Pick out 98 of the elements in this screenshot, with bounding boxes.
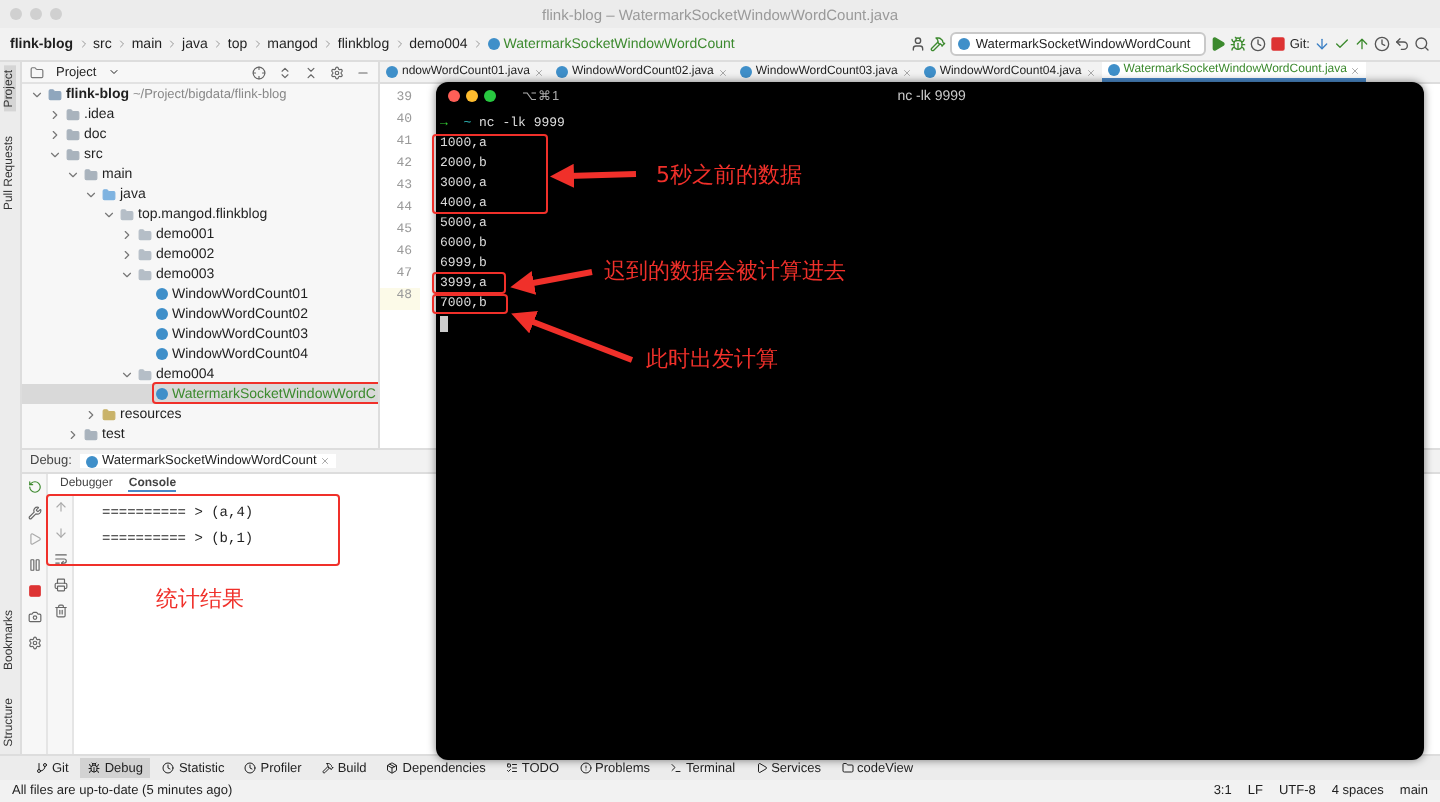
class-icon xyxy=(156,388,168,400)
chevron-down-icon[interactable] xyxy=(120,267,134,281)
folder-icon xyxy=(138,247,152,261)
locate-icon[interactable] xyxy=(252,65,266,79)
wrench-icon[interactable] xyxy=(27,506,41,520)
chevron-right-icon[interactable] xyxy=(48,127,62,141)
pointer-arrow xyxy=(550,163,637,188)
pointer-arrow xyxy=(510,269,593,295)
chevron-right-icon[interactable] xyxy=(120,247,134,261)
branch-icon xyxy=(36,762,48,774)
clock-icon[interactable] xyxy=(1249,36,1266,52)
settings-icon[interactable] xyxy=(27,636,41,650)
stop-icon[interactable] xyxy=(1269,36,1286,52)
hammer-icon[interactable] xyxy=(929,36,946,52)
chevron-right-icon[interactable] xyxy=(84,407,98,421)
clock-icon xyxy=(162,762,175,774)
highlight-box xyxy=(432,294,508,314)
expand-icon[interactable] xyxy=(278,65,292,79)
cursor xyxy=(440,316,448,332)
class-icon xyxy=(923,66,936,78)
arrow-down-icon[interactable] xyxy=(1314,36,1330,52)
play-icon xyxy=(755,762,768,774)
undo-icon[interactable] xyxy=(1394,36,1410,52)
separator-icon xyxy=(321,38,334,50)
folder-icon xyxy=(841,762,853,774)
package-icon xyxy=(386,762,399,774)
class-icon xyxy=(487,38,500,50)
highlight-box xyxy=(432,272,506,294)
separator-icon xyxy=(211,38,224,50)
separator-icon xyxy=(393,38,406,50)
clock-icon xyxy=(244,762,257,774)
list-icon xyxy=(505,762,518,774)
folder-icon xyxy=(84,167,98,181)
annotation-text: 统计结果 xyxy=(156,584,244,614)
class-icon xyxy=(957,38,970,50)
caret-icon[interactable] xyxy=(108,66,121,78)
class-icon xyxy=(555,66,568,78)
close-button[interactable] xyxy=(448,90,460,102)
folder-icon xyxy=(138,267,152,281)
up-icon[interactable] xyxy=(53,500,67,514)
chevron-down-icon[interactable] xyxy=(102,207,116,221)
chevron-down-icon[interactable] xyxy=(84,187,98,201)
collapse-icon[interactable] xyxy=(304,65,318,79)
highlight-box xyxy=(432,134,548,214)
chevron-down-icon[interactable] xyxy=(66,167,80,181)
separator-icon xyxy=(77,38,89,50)
run-icon[interactable] xyxy=(1209,36,1226,52)
settings-icon[interactable] xyxy=(330,65,344,79)
zoom-button[interactable] xyxy=(484,90,496,102)
folder-icon xyxy=(102,407,116,421)
bug-icon[interactable] xyxy=(1229,36,1246,52)
separator-icon xyxy=(115,38,128,50)
class-icon xyxy=(739,66,752,78)
user-icon[interactable] xyxy=(909,36,926,52)
class-icon xyxy=(1107,64,1120,76)
chevron-right-icon[interactable] xyxy=(66,427,80,441)
check-icon[interactable] xyxy=(1334,36,1350,52)
alert-icon xyxy=(579,762,592,774)
hammer-icon xyxy=(321,762,334,774)
folder-icon xyxy=(30,65,44,79)
folder-icon xyxy=(84,427,98,441)
chevron-right-icon[interactable] xyxy=(120,227,134,241)
annotation-text: 迟到的数据会被计算进去 xyxy=(604,256,846,286)
trash-icon[interactable] xyxy=(53,604,67,618)
terminal-icon xyxy=(670,762,682,774)
print-icon[interactable] xyxy=(53,578,67,592)
chevron-down-icon[interactable] xyxy=(48,147,62,161)
rerun-icon[interactable] xyxy=(27,480,41,494)
resume-icon[interactable] xyxy=(27,532,41,546)
bug-icon xyxy=(88,762,101,774)
folder-icon xyxy=(138,227,152,241)
annotation-text: 此时出发计算 xyxy=(646,344,778,374)
folder-icon xyxy=(66,107,80,121)
class-icon xyxy=(85,455,98,467)
pause-icon[interactable] xyxy=(27,558,41,572)
chevron-down-icon[interactable] xyxy=(30,87,44,101)
minimize-button[interactable] xyxy=(466,90,478,102)
down-icon[interactable] xyxy=(53,526,67,540)
camera-icon[interactable] xyxy=(27,610,41,624)
chevron-down-icon[interactable] xyxy=(120,367,134,381)
folder-icon xyxy=(66,127,80,141)
separator-icon xyxy=(251,38,264,50)
folder-icon xyxy=(120,207,134,221)
stop-icon[interactable] xyxy=(27,584,41,598)
folder-icon xyxy=(66,147,80,161)
folder-icon xyxy=(138,367,152,381)
separator-icon xyxy=(471,38,484,50)
arrow-up-icon[interactable] xyxy=(1354,36,1370,52)
annotation-text: 5秒之前的数据 xyxy=(656,160,802,190)
chevron-right-icon[interactable] xyxy=(48,107,62,121)
class-icon xyxy=(386,66,398,78)
folder-icon xyxy=(48,87,62,101)
separator-icon xyxy=(166,38,179,50)
clock-icon[interactable] xyxy=(1374,36,1390,52)
folder-icon xyxy=(102,187,116,201)
search-icon[interactable] xyxy=(1414,36,1430,52)
pointer-arrow xyxy=(511,310,634,363)
wrap-icon[interactable] xyxy=(53,552,67,566)
